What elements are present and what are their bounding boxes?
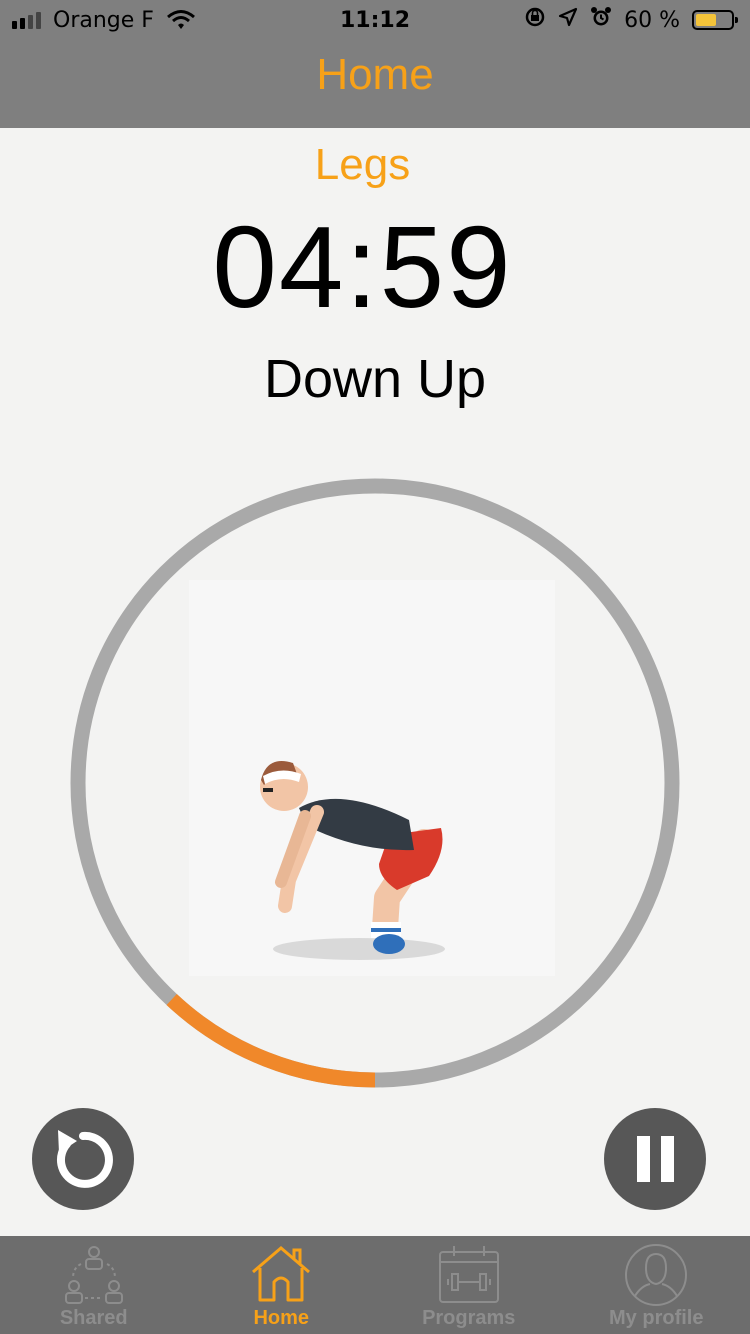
tab-my-profile[interactable]: My profile (563, 1236, 750, 1334)
exercise-illustration (189, 580, 555, 976)
pause-button[interactable] (604, 1108, 706, 1210)
battery-level (696, 14, 717, 26)
alarm-icon (590, 6, 612, 34)
tab-programs[interactable]: Programs (375, 1236, 563, 1334)
tab-bar: Shared Home Programs My profile (0, 1236, 750, 1334)
tab-home[interactable]: Home (188, 1236, 376, 1334)
battery-percent: 60 % (624, 7, 680, 33)
battery-icon (692, 10, 738, 30)
restart-button[interactable] (32, 1108, 134, 1210)
tab-shared-label: Shared (59, 1307, 128, 1329)
orientation-lock-icon (524, 6, 546, 34)
tab-home-label: Home (253, 1307, 310, 1329)
exercise-name: Down Up (263, 349, 487, 409)
navigation-bar: Home (0, 42, 750, 128)
workout-name: Legs (314, 140, 411, 189)
tab-shared[interactable]: Shared (0, 1236, 188, 1334)
pause-icon (637, 1136, 674, 1182)
programs-icon (438, 1246, 499, 1303)
profile-icon (625, 1244, 688, 1306)
restart-icon (56, 1130, 113, 1188)
shared-icon (64, 1246, 123, 1304)
home-icon (252, 1246, 311, 1302)
page-title: Home (316, 50, 434, 99)
status-bar: Orange F 11:12 60 % (0, 0, 750, 42)
tab-my-profile-label: My profile (609, 1307, 704, 1329)
countdown-timer: 04:59 (212, 202, 513, 332)
tab-programs-label: Programs (422, 1307, 516, 1329)
location-icon (558, 7, 578, 33)
